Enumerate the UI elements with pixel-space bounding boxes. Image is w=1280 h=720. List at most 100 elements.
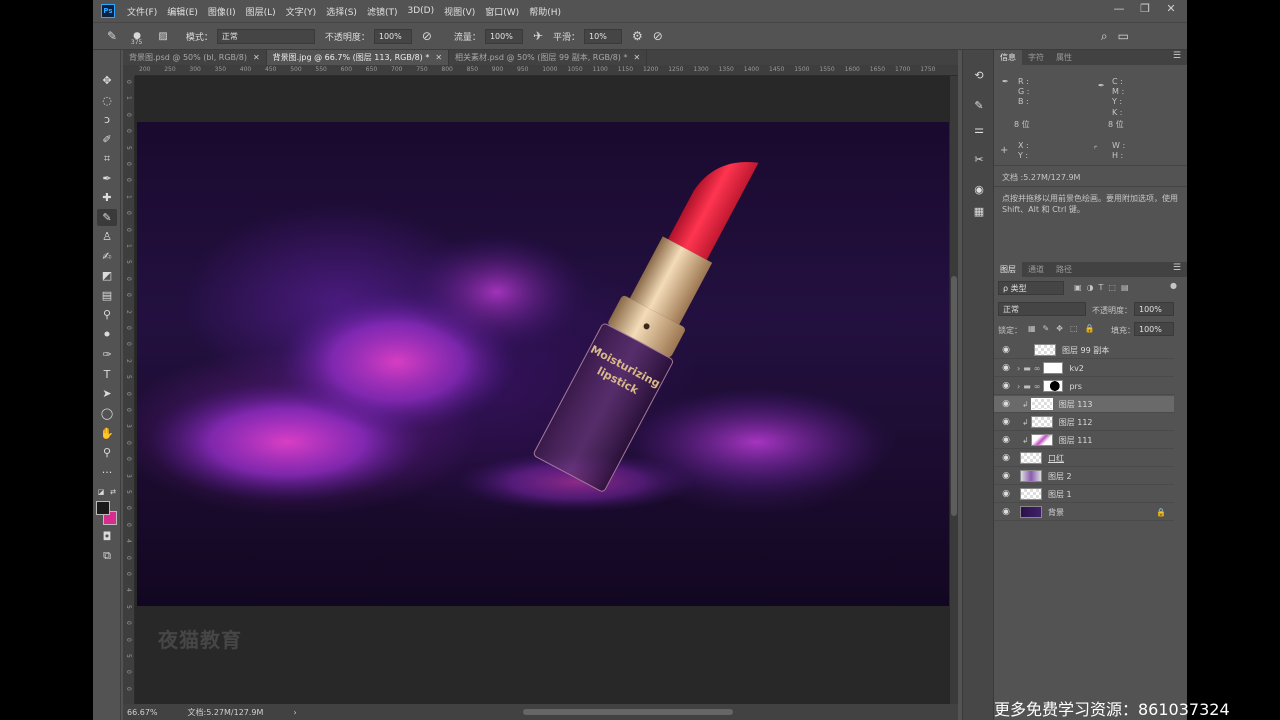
adjustments-icon[interactable]: ⚌: [969, 120, 989, 138]
workspace-icon[interactable]: ▭: [1118, 29, 1129, 43]
visibility-eye-icon[interactable]: ◉: [998, 453, 1014, 463]
canvas-area[interactable]: Moisturizing lipstick 夜猫教育: [135, 76, 950, 704]
status-menu-arrow[interactable]: ›: [293, 708, 296, 717]
gradient-tool-icon[interactable]: ▤: [97, 287, 117, 304]
tab-channels[interactable]: 通道: [1022, 262, 1050, 277]
layer-name[interactable]: prs: [1069, 382, 1082, 391]
zoom-level[interactable]: 66.67%: [127, 708, 158, 717]
layer-name[interactable]: 图层 99 副本: [1062, 345, 1109, 356]
document-canvas[interactable]: Moisturizing lipstick: [137, 122, 949, 606]
menu-layer[interactable]: 图层(L): [246, 5, 276, 18]
lasso-tool-icon[interactable]: ↄ: [97, 111, 117, 128]
layer-row[interactable]: ◉ › ▬ ∞ prs: [994, 378, 1174, 395]
history-icon[interactable]: ⟲: [969, 66, 989, 84]
foreground-color-swatch[interactable]: [96, 501, 110, 515]
layer-name[interactable]: 图层 1: [1048, 489, 1072, 500]
horizontal-scrollbar[interactable]: [523, 709, 733, 715]
layer-row[interactable]: ◉ 口红: [994, 450, 1174, 467]
default-colors-icon[interactable]: ◪: [95, 483, 107, 500]
grid-icon[interactable]: ▦: [969, 202, 989, 220]
visibility-eye-icon[interactable]: ◉: [998, 381, 1014, 391]
flow-input[interactable]: 100%: [484, 28, 523, 44]
pressure-opacity-icon[interactable]: ⊘: [422, 29, 432, 43]
close-icon[interactable]: ✕: [435, 53, 442, 62]
pressure-size-icon[interactable]: ⊘: [653, 29, 663, 43]
tab-doc-1[interactable]: 背景图.psd @ 50% (bl, RGB/8) ✕: [123, 50, 267, 65]
clone-stamp-tool-icon[interactable]: ♙: [97, 228, 117, 245]
visibility-eye-icon[interactable]: ◉: [998, 507, 1014, 517]
layer-row[interactable]: ◉ ↲ 图层 113: [994, 396, 1174, 413]
layer-filter-icons[interactable]: ▣◑T⬚▤: [1074, 283, 1134, 292]
brush-panel-icon[interactable]: ✎: [969, 96, 989, 114]
opacity-input[interactable]: 100%: [373, 28, 412, 44]
layer-opacity-input[interactable]: 100%: [1134, 302, 1174, 316]
vertical-scrollbar[interactable]: [950, 76, 958, 704]
layer-row[interactable]: ◉ 图层 2: [994, 468, 1174, 485]
brush-settings-icon[interactable]: ▨: [158, 31, 167, 42]
layer-name[interactable]: 图层 113: [1059, 399, 1093, 410]
menu-3d[interactable]: 3D(D): [407, 6, 434, 16]
chevron-right-icon[interactable]: ›: [1017, 382, 1020, 391]
layer-name[interactable]: 口红: [1048, 453, 1064, 464]
chevron-right-icon[interactable]: ›: [1017, 364, 1020, 373]
visibility-eye-icon[interactable]: ◉: [998, 471, 1014, 481]
tools-presets-icon[interactable]: ✂: [969, 150, 989, 168]
restore-button[interactable]: ❐: [1133, 0, 1157, 16]
layer-name[interactable]: 背景: [1048, 507, 1064, 518]
dodge-tool-icon[interactable]: ⚫: [97, 326, 117, 343]
visibility-eye-icon[interactable]: ◉: [998, 399, 1014, 409]
marquee-tool-icon[interactable]: ◌: [97, 92, 117, 109]
layer-row[interactable]: ◉ 图层 99 副本: [994, 342, 1174, 359]
blend-mode-select[interactable]: 正常: [998, 302, 1086, 316]
visibility-eye-icon[interactable]: ◉: [998, 417, 1014, 427]
layer-filter-select[interactable]: ρ 类型: [998, 281, 1064, 295]
layer-row[interactable]: ◉ 图层 1: [994, 486, 1174, 503]
shape-tool-icon[interactable]: ◯: [97, 405, 117, 422]
minimize-button[interactable]: —: [1107, 0, 1131, 16]
tab-paths[interactable]: 路径: [1050, 262, 1078, 277]
layer-name[interactable]: 图层 2: [1048, 471, 1072, 482]
type-tool-icon[interactable]: T: [97, 366, 117, 383]
menu-help[interactable]: 帮助(H): [529, 5, 561, 18]
blur-tool-icon[interactable]: ⚲: [97, 306, 117, 323]
close-icon[interactable]: ✕: [633, 53, 640, 62]
visibility-eye-icon[interactable]: ◉: [998, 435, 1014, 445]
more-tools-icon[interactable]: ···: [97, 464, 117, 481]
vertical-scroll-thumb[interactable]: [951, 276, 957, 516]
layer-row[interactable]: ◉ ↲ 图层 112: [994, 414, 1174, 431]
vertical-ruler[interactable]: 0 1 0 0 5 0 0 1 0 0 1 5 0 0 2 0 0 2 5 0 0 3 0 0 3 5 0 0 4 0 0 4 5 0 0 5 0 0: [123, 76, 135, 704]
3d-icon[interactable]: ◉: [969, 180, 989, 198]
layer-row[interactable]: ◉ ↲ 图层 111: [994, 432, 1174, 449]
healing-brush-tool-icon[interactable]: ✚: [97, 189, 117, 206]
layer-row[interactable]: ◉ › ▬ ∞ kv2: [994, 360, 1174, 377]
menu-window[interactable]: 窗口(W): [485, 5, 519, 18]
tab-doc-2[interactable]: 背景图.jpg @ 66.7% (图层 113, RGB/8) * ✕: [266, 50, 450, 65]
filter-toggle-icon[interactable]: ●: [1170, 281, 1177, 290]
tab-info[interactable]: 信息: [994, 50, 1022, 65]
eraser-tool-icon[interactable]: ◩: [97, 267, 117, 284]
layer-row[interactable]: ◉ 背景 🔒: [994, 504, 1174, 521]
layer-name[interactable]: 图层 111: [1059, 435, 1093, 446]
visibility-eye-icon[interactable]: ◉: [998, 489, 1014, 499]
panel-menu-icon[interactable]: ☰: [1173, 263, 1181, 273]
crop-tool-icon[interactable]: ⌗: [97, 150, 117, 167]
menu-type[interactable]: 文字(Y): [286, 5, 317, 18]
tab-layers[interactable]: 图层: [994, 262, 1022, 277]
menu-view[interactable]: 视图(V): [444, 5, 475, 18]
mode-select[interactable]: 正常: [216, 28, 315, 44]
quick-mask-icon[interactable]: ◘: [97, 528, 117, 545]
tab-properties[interactable]: 属性: [1050, 50, 1078, 65]
path-select-tool-icon[interactable]: ➤: [97, 385, 117, 402]
swap-colors-icon[interactable]: ⇄: [107, 483, 119, 500]
quick-select-tool-icon[interactable]: ✐: [97, 131, 117, 148]
history-brush-tool-icon[interactable]: ✍: [97, 248, 117, 265]
screen-mode-icon[interactable]: ⧉: [97, 547, 117, 564]
smoothing-input[interactable]: 10%: [584, 28, 623, 44]
horizontal-ruler[interactable]: 200 250 300 350 400 450 500 550 600 650 700 750 800 8…: [135, 65, 958, 76]
zoom-tool-icon[interactable]: ⚲: [97, 444, 117, 461]
airbrush-icon[interactable]: ✈: [533, 29, 543, 43]
close-window-button[interactable]: ✕: [1159, 0, 1183, 16]
menu-file[interactable]: 文件(F): [127, 5, 157, 18]
hand-tool-icon[interactable]: ✋: [97, 425, 117, 442]
panel-menu-icon[interactable]: ☰: [1173, 51, 1181, 61]
